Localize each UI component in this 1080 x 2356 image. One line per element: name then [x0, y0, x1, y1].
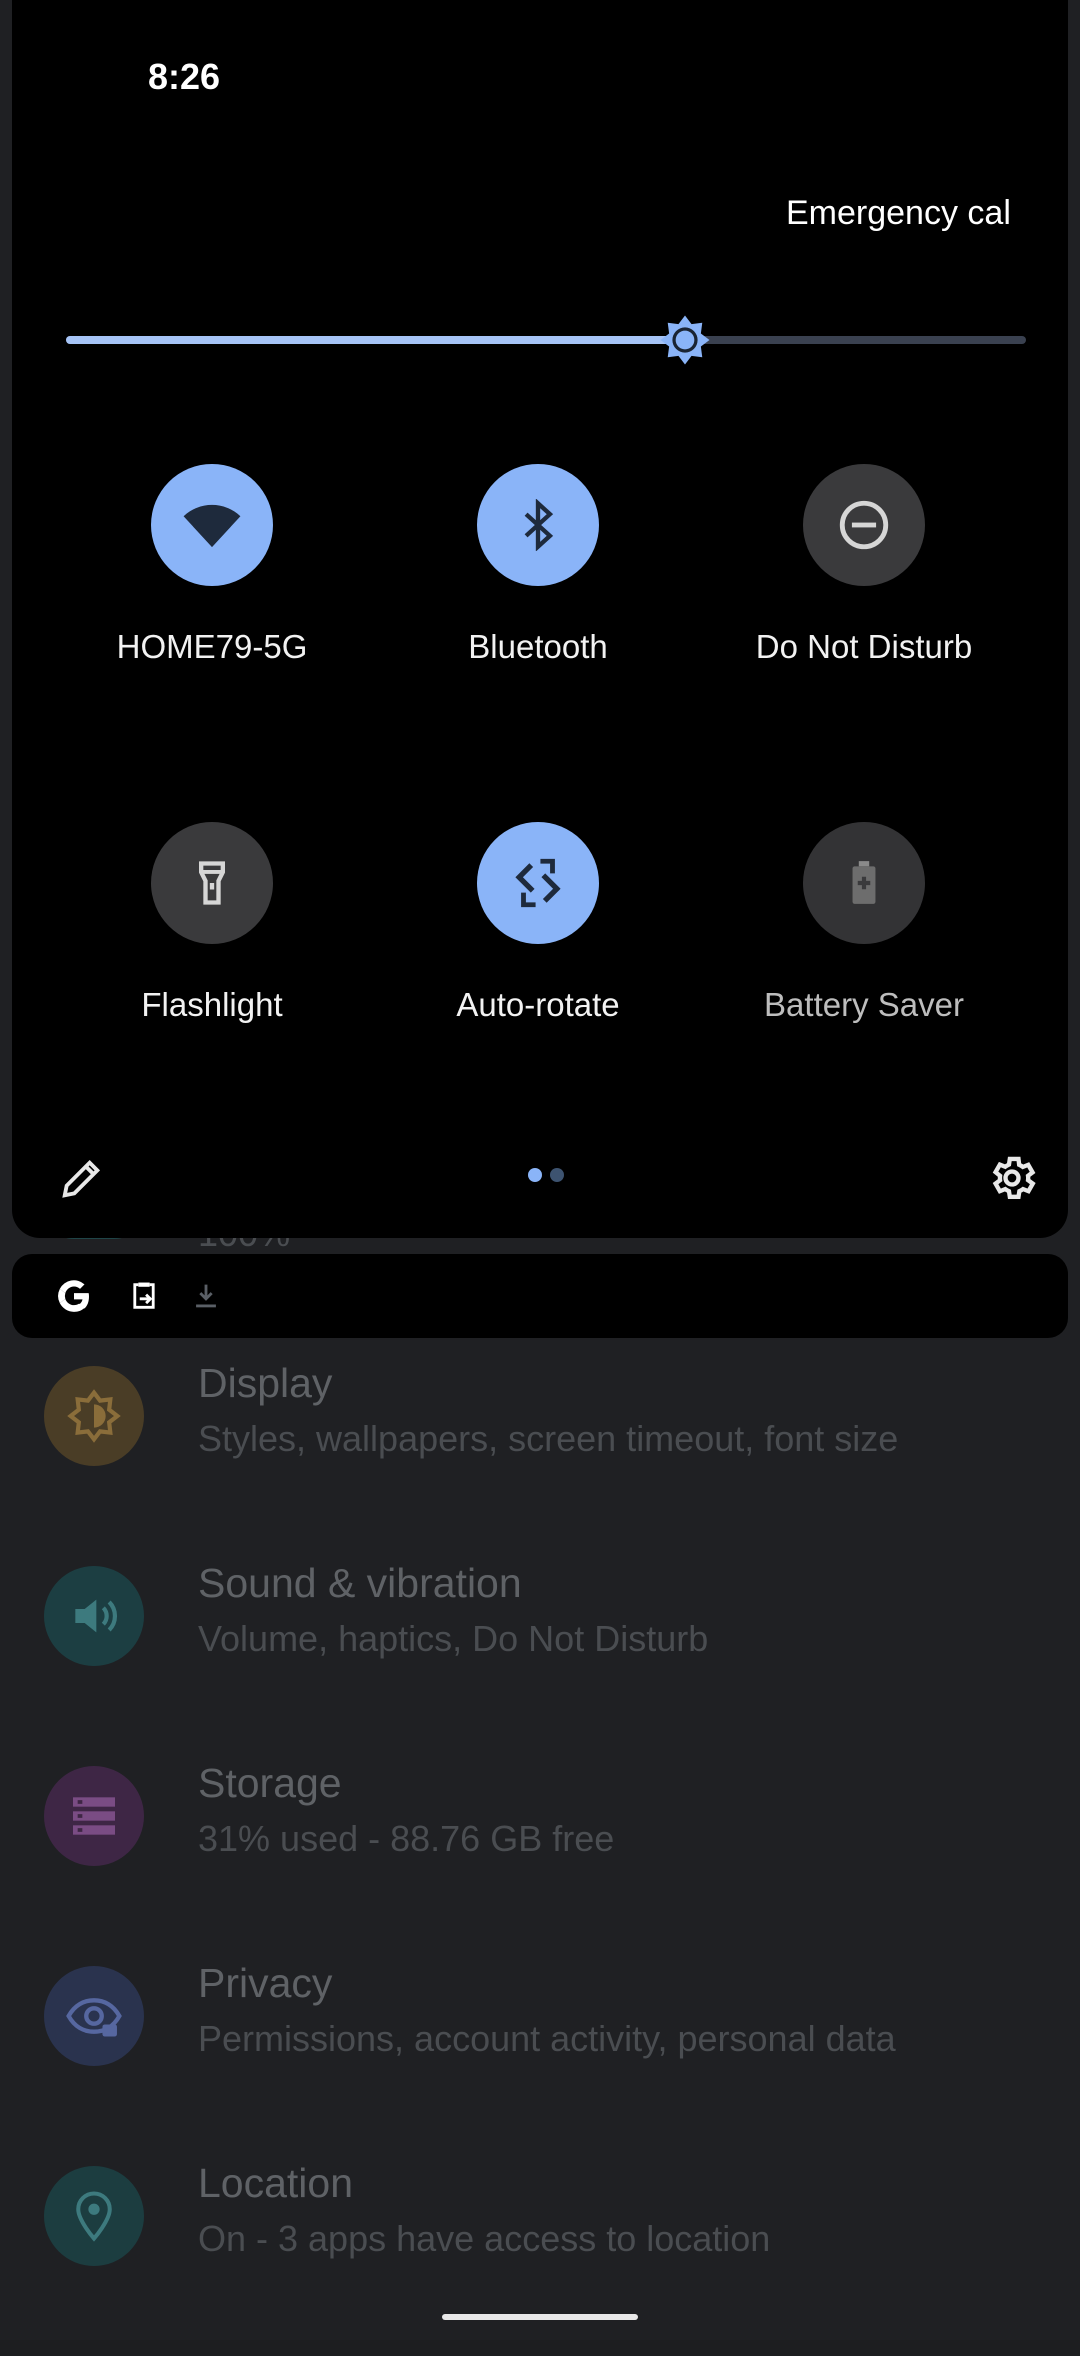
edit-tiles-button[interactable] — [52, 1148, 112, 1208]
emergency-call-button[interactable]: Emergency call — [786, 194, 1012, 233]
settings-item-sound[interactable]: Sound & vibration Volume, haptics, Do No… — [0, 1556, 1080, 1756]
brightness-slider-thumb[interactable] — [657, 312, 713, 368]
location-icon — [44, 2166, 144, 2266]
setting-title: Sound & vibration — [198, 1560, 522, 1606]
open-settings-button[interactable] — [980, 1146, 1044, 1210]
settings-item-display[interactable]: Display Styles, wallpapers, screen timeo… — [0, 1356, 1080, 1556]
gesture-home-bar[interactable] — [442, 2314, 638, 2320]
download-icon — [184, 1274, 228, 1318]
settings-item-storage[interactable]: Storage 31% used - 88.76 GB free — [0, 1756, 1080, 1956]
setting-subtitle: Permissions, account activity, personal … — [198, 2018, 896, 2059]
brightness-slider-fill — [66, 336, 686, 344]
notification-icons-strip[interactable] — [12, 1254, 1068, 1338]
setting-title: Storage — [198, 1760, 342, 1806]
setting-subtitle: On - 3 apps have access to location — [198, 2218, 771, 2259]
sound-icon — [44, 1566, 144, 1666]
google-icon — [52, 1274, 96, 1318]
tile-label: Do Not Disturb — [755, 628, 973, 665]
storage-icon — [44, 1766, 144, 1866]
setting-subtitle: 31% used - 88.76 GB free — [198, 1818, 615, 1859]
settings-item-privacy[interactable]: Privacy Permissions, account activity, p… — [0, 1956, 1080, 2156]
display-icon — [44, 1366, 144, 1466]
tile-label: Flashlight — [141, 986, 283, 1023]
status-bar-time: 8:26 — [148, 56, 221, 97]
tile-label: Auto-rotate — [456, 986, 620, 1023]
clipboard-share-icon — [122, 1274, 166, 1318]
brightness-slider[interactable] — [66, 315, 1026, 365]
battery-saver-icon — [803, 822, 925, 944]
flashlight-icon — [151, 822, 273, 944]
tile-auto-rotate[interactable]: Auto-rotate — [378, 822, 698, 1062]
dnd-icon — [803, 464, 925, 586]
tile-flashlight[interactable]: Flashlight — [52, 822, 372, 1062]
tile-label: HOME79-5G — [116, 628, 308, 665]
setting-subtitle: Volume, haptics, Do Not Disturb — [198, 1618, 709, 1659]
tile-do-not-disturb[interactable]: Do Not Disturb — [704, 464, 1024, 704]
pencil-icon — [62, 1159, 101, 1198]
gear-icon — [992, 1156, 1036, 1200]
tile-bluetooth[interactable]: Bluetooth — [378, 464, 698, 704]
privacy-icon — [44, 1966, 144, 2066]
page-dot-active — [528, 1168, 542, 1182]
rotate-icon — [477, 822, 599, 944]
tile-label: Battery Saver — [764, 986, 964, 1023]
quick-settings-panel: 8:26 Emergency call HOME79-5G Bluetooth … — [12, 0, 1068, 1238]
setting-subtitle: Styles, wallpapers, screen timeout, font… — [198, 1418, 899, 1459]
tile-battery-saver[interactable]: Battery Saver — [704, 822, 1024, 1062]
setting-title: Location — [198, 2160, 354, 2206]
tile-label: Bluetooth — [468, 628, 608, 665]
settings-item-location[interactable]: Location On - 3 apps have access to loca… — [0, 2156, 1080, 2356]
setting-title: Privacy — [198, 1960, 333, 2006]
bluetooth-icon — [477, 464, 599, 586]
page-indicator — [528, 1168, 564, 1182]
page-dot — [550, 1168, 564, 1182]
wifi-icon — [151, 464, 273, 586]
setting-title: Display — [198, 1360, 333, 1406]
tile-wifi[interactable]: HOME79-5G — [52, 464, 372, 704]
